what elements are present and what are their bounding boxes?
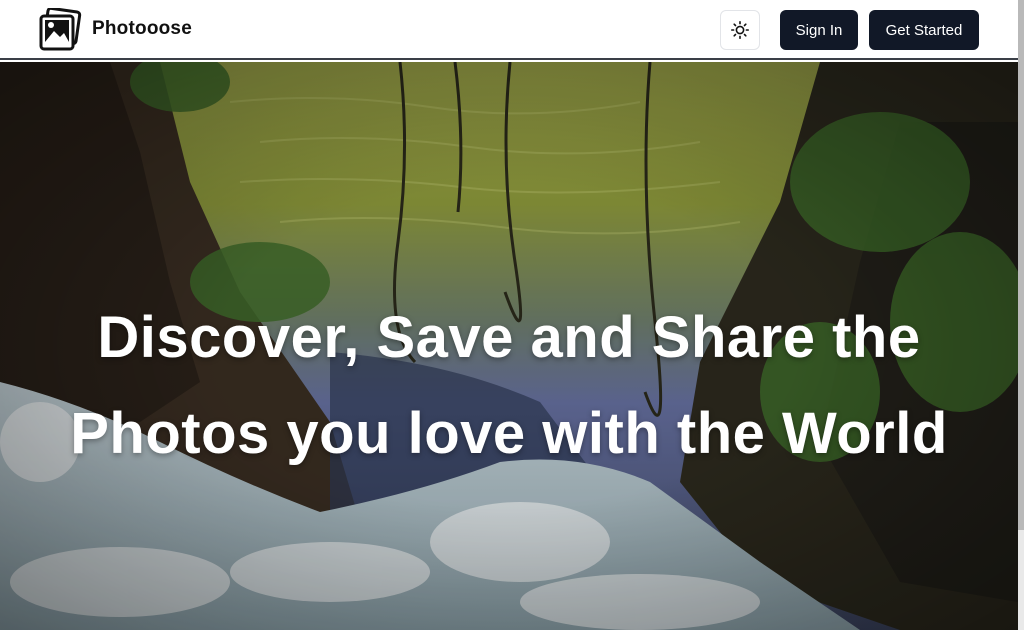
top-navbar: Photooose Sign In Get Started <box>0 0 1024 60</box>
sign-in-button[interactable]: Sign In <box>780 10 858 50</box>
sun-icon <box>731 21 749 39</box>
headline-line-2: Photos you love with the World <box>70 401 948 466</box>
photos-icon[interactable] <box>38 6 82 52</box>
hero-headline: Discover, Save and Share the Photos you … <box>0 290 1018 482</box>
scrollbar-thumb[interactable] <box>1018 0 1024 530</box>
get-started-button[interactable]: Get Started <box>869 10 979 50</box>
hero-section: Discover, Save and Share the Photos you … <box>0 62 1018 630</box>
brand-name[interactable]: Photooose <box>92 18 192 40</box>
headline-line-1: Discover, Save and Share the <box>97 305 921 370</box>
theme-toggle-button[interactable] <box>720 10 760 50</box>
